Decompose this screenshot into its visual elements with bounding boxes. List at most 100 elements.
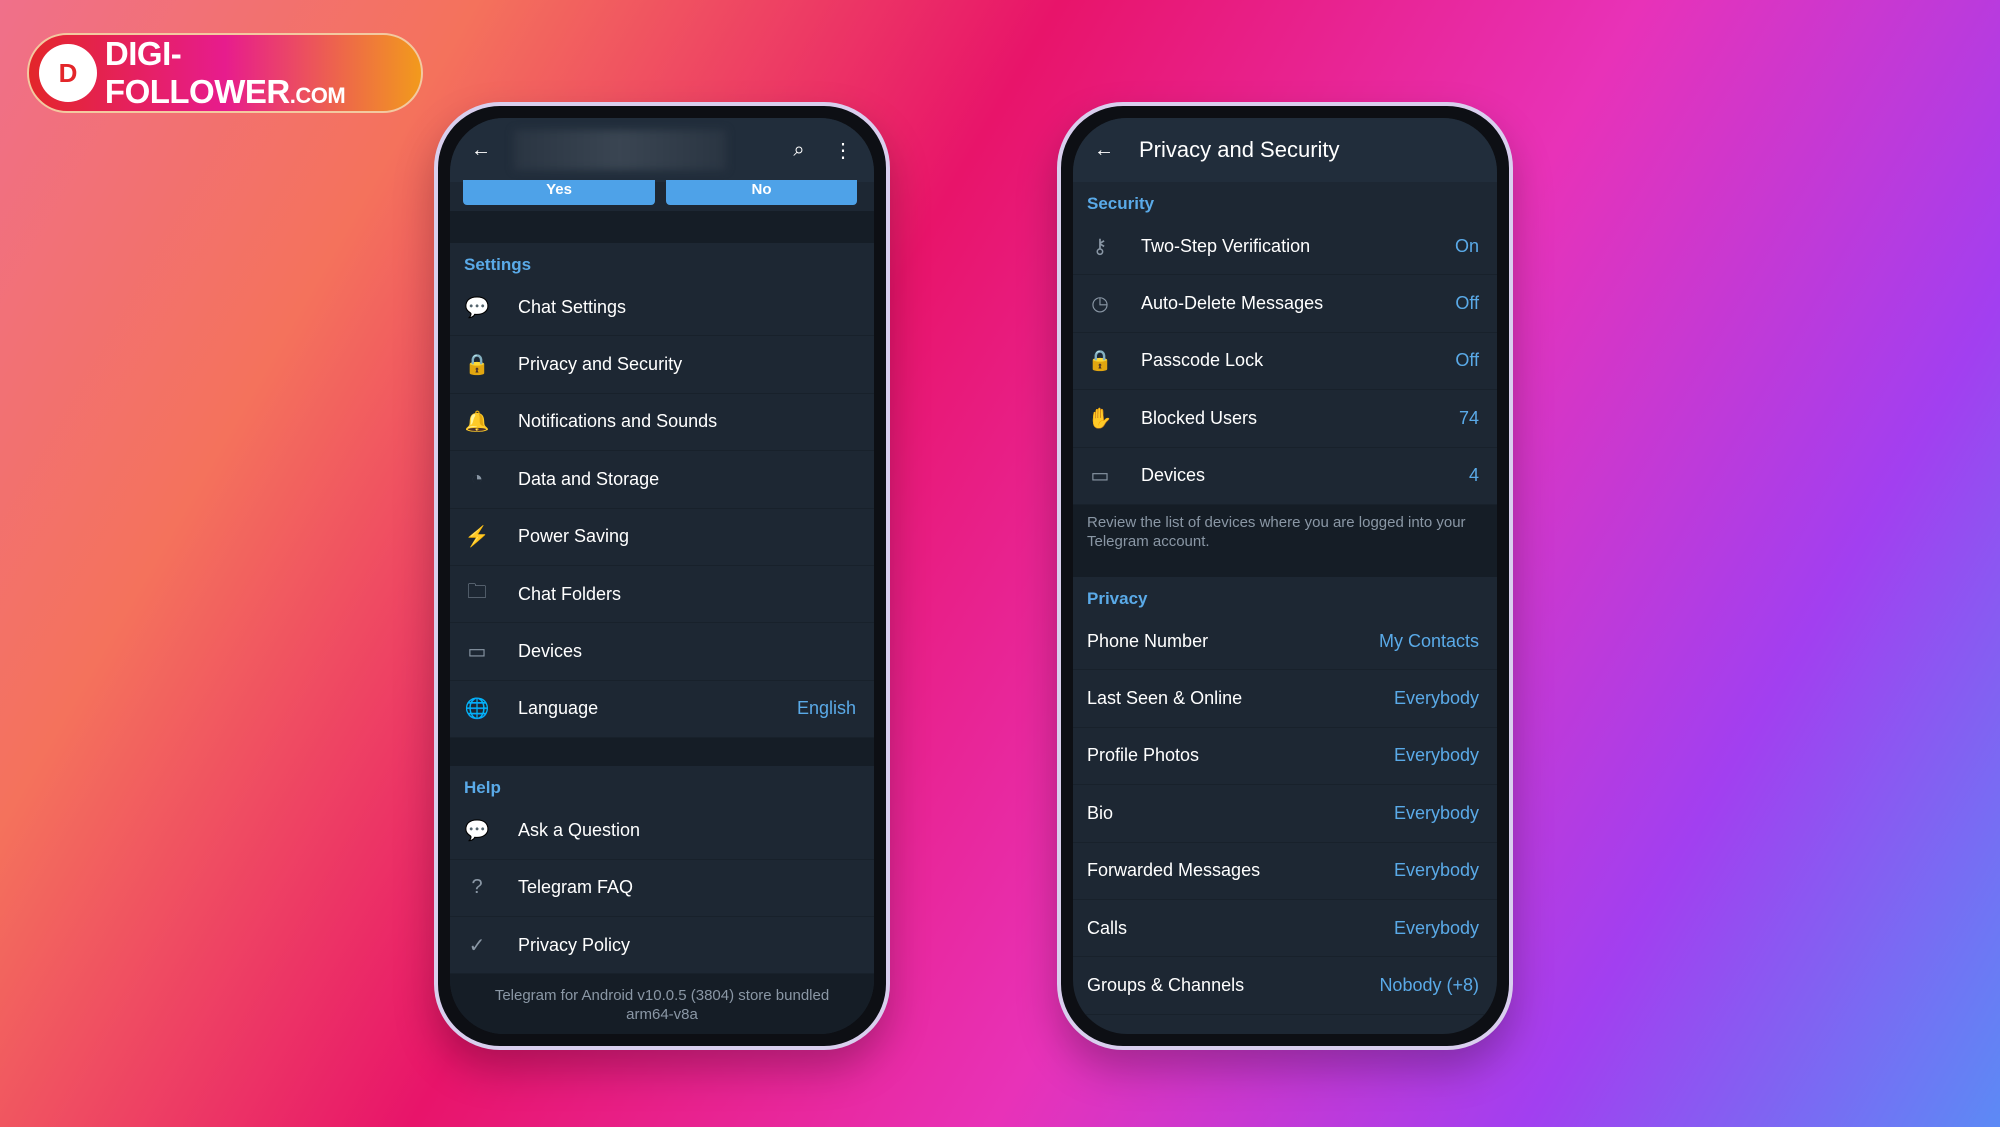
item-value: 4: [1468, 465, 1479, 486]
list-item-telegram-faq[interactable]: ? Telegram FAQ: [450, 860, 874, 917]
item-label: Auto-Delete Messages: [1141, 293, 1324, 314]
right-phone: ← Privacy and Security Security ⚷ Two-Ste…: [1057, 102, 1513, 1050]
folder-icon: 🗀: [467, 581, 487, 604]
page-title: Privacy and Security: [1139, 137, 1340, 162]
list-item-chat-settings[interactable]: 💬 Chat Settings: [450, 279, 874, 337]
chat-dots-icon: 💬: [464, 819, 490, 842]
version-footer: Telegram for Android v10.0.5 (3804) stor…: [450, 974, 874, 1034]
chat-icon: 💬: [464, 296, 490, 319]
item-label: Devices: [518, 641, 583, 662]
item-label: Ask a Question: [518, 819, 641, 840]
divider: [450, 211, 874, 243]
question-icon: ?: [471, 876, 483, 899]
privacy-header: Privacy: [1087, 588, 1148, 608]
divider: [1073, 562, 1497, 577]
security-description: Review the list of devices where you are…: [1073, 504, 1497, 563]
list-item-privacy-policy[interactable]: ✓ Privacy Policy: [450, 917, 874, 975]
item-label: Language: [518, 698, 599, 719]
list-item-profile-photos[interactable]: Profile Photos Everybody: [1073, 728, 1497, 786]
item-value: 74: [1458, 407, 1479, 428]
top-bar: ← Privacy and Security: [1073, 118, 1497, 182]
list-item-notifications-and-sounds[interactable]: 🔔 Notifications and Sounds: [450, 394, 874, 452]
list-item-passcode-lock[interactable]: 🔒 Passcode Lock Off: [1073, 333, 1497, 391]
item-value: Off: [1455, 350, 1479, 371]
item-label: Notifications and Sounds: [518, 411, 718, 432]
pie-chart-icon: ◔: [470, 467, 484, 490]
list-item-auto-delete-messages[interactable]: ◷ Auto-Delete Messages Off: [1073, 275, 1497, 333]
item-value: Everybody: [1393, 860, 1479, 881]
item-label: Last Seen & Online: [1087, 688, 1243, 709]
item-label: Forwarded Messages: [1087, 860, 1261, 881]
item-value: Nobody (+8): [1379, 974, 1479, 995]
item-value: My Contacts: [1378, 630, 1479, 651]
settings-screen: ← ⌕ ⋮ Yes No Settings 💬 Chat Settings 🔒 Pri…: [450, 118, 874, 1034]
key-icon: ⚷: [1092, 235, 1108, 258]
devices-icon: ▭: [1090, 465, 1110, 488]
battery-icon: ⚡: [464, 526, 490, 549]
privacy-security-screen: ← Privacy and Security Security ⚷ Two-Ste…: [1073, 118, 1497, 1034]
item-label: Calls: [1087, 917, 1128, 938]
globe-icon: 🌐: [464, 698, 490, 721]
lock-icon: 🔒: [1087, 350, 1113, 373]
hand-icon: ✋: [1087, 407, 1113, 430]
list-item-blocked-users[interactable]: ✋ Blocked Users 74: [1073, 390, 1497, 448]
item-label: Devices: [1141, 465, 1206, 486]
item-value: Everybody: [1393, 802, 1479, 823]
digi-follower-logo: D DIGI-FOLLOWER.COM: [27, 33, 423, 113]
item-label: Chat Settings: [518, 296, 627, 317]
security-header: Security: [1087, 194, 1155, 213]
list-item-bio[interactable]: Bio Everybody: [1073, 785, 1497, 843]
back-arrow-icon[interactable]: ←: [1091, 137, 1117, 163]
item-label: Power Saving: [518, 526, 630, 547]
item-label: Telegram FAQ: [518, 877, 634, 898]
item-label: Data and Storage: [518, 468, 660, 489]
item-label: Two-Step Verification: [1141, 235, 1311, 256]
gradient-background: [0, 0, 2000, 1127]
back-arrow-icon[interactable]: ←: [468, 137, 494, 163]
list-item-calls[interactable]: Calls Everybody: [1073, 900, 1497, 958]
item-label: Blocked Users: [1141, 407, 1258, 428]
item-value: On: [1454, 235, 1479, 256]
logo-text: DIGI-FOLLOWER.COM: [104, 35, 346, 110]
top-bar: ← ⌕ ⋮: [450, 118, 874, 182]
list-item-two-step-verification[interactable]: ⚷ Two-Step Verification On: [1073, 218, 1497, 276]
list-item-devices[interactable]: ▭ Devices 4: [1073, 448, 1497, 505]
item-value: Everybody: [1393, 917, 1479, 938]
timer-icon: ◷: [1091, 293, 1109, 316]
list-item-ask-a-question[interactable]: 💬 Ask a Question: [450, 802, 874, 860]
list-item-power-saving[interactable]: ⚡ Power Saving: [450, 509, 874, 566]
item-label: Bio: [1087, 802, 1114, 823]
left-phone: ← ⌕ ⋮ Yes No Settings 💬 Chat Settings 🔒 Pri…: [434, 102, 890, 1050]
list-item-data-and-storage[interactable]: ◔ Data and Storage: [450, 451, 874, 509]
item-value: Everybody: [1393, 745, 1479, 766]
list-item-phone-number[interactable]: Phone Number My Contacts: [1073, 613, 1497, 671]
devices-icon: ▭: [467, 641, 487, 664]
yes-button[interactable]: Yes: [463, 180, 655, 205]
list-item-language[interactable]: 🌐 Language English: [450, 681, 874, 739]
bell-icon: 🔔: [464, 411, 490, 434]
lock-icon: 🔒: [464, 354, 490, 377]
item-label: Privacy and Security: [518, 354, 683, 375]
list-item-chat-folders[interactable]: 🗀 Chat Folders: [450, 566, 874, 624]
item-label: Chat Folders: [518, 583, 622, 604]
list-item-privacy-and-security[interactable]: 🔒 Privacy and Security: [450, 336, 874, 394]
shield-check-icon: ✓: [468, 934, 486, 957]
settings-header: Settings: [464, 255, 532, 274]
list-item-groups-channels[interactable]: Groups & Channels Nobody (+8): [1073, 957, 1497, 1015]
item-label: Phone Number: [1087, 630, 1209, 651]
item-label: Profile Photos: [1087, 745, 1200, 766]
item-label: Groups & Channels: [1087, 974, 1245, 995]
item-label: Passcode Lock: [1141, 350, 1264, 371]
help-header: Help: [464, 778, 501, 798]
list-item-last-seen-online[interactable]: Last Seen & Online Everybody: [1073, 670, 1497, 728]
no-button[interactable]: No: [666, 180, 857, 205]
search-icon[interactable]: ⌕: [786, 137, 812, 163]
item-value: Everybody: [1393, 688, 1479, 709]
blurred-profile: [514, 130, 726, 170]
list-item-forwarded-messages[interactable]: Forwarded Messages Everybody: [1073, 843, 1497, 900]
item-value: Off: [1455, 293, 1479, 314]
divider: [450, 738, 874, 767]
list-item-devices[interactable]: ▭ Devices: [450, 623, 874, 681]
item-value: English: [796, 698, 856, 719]
more-menu-icon[interactable]: ⋮: [830, 137, 856, 163]
